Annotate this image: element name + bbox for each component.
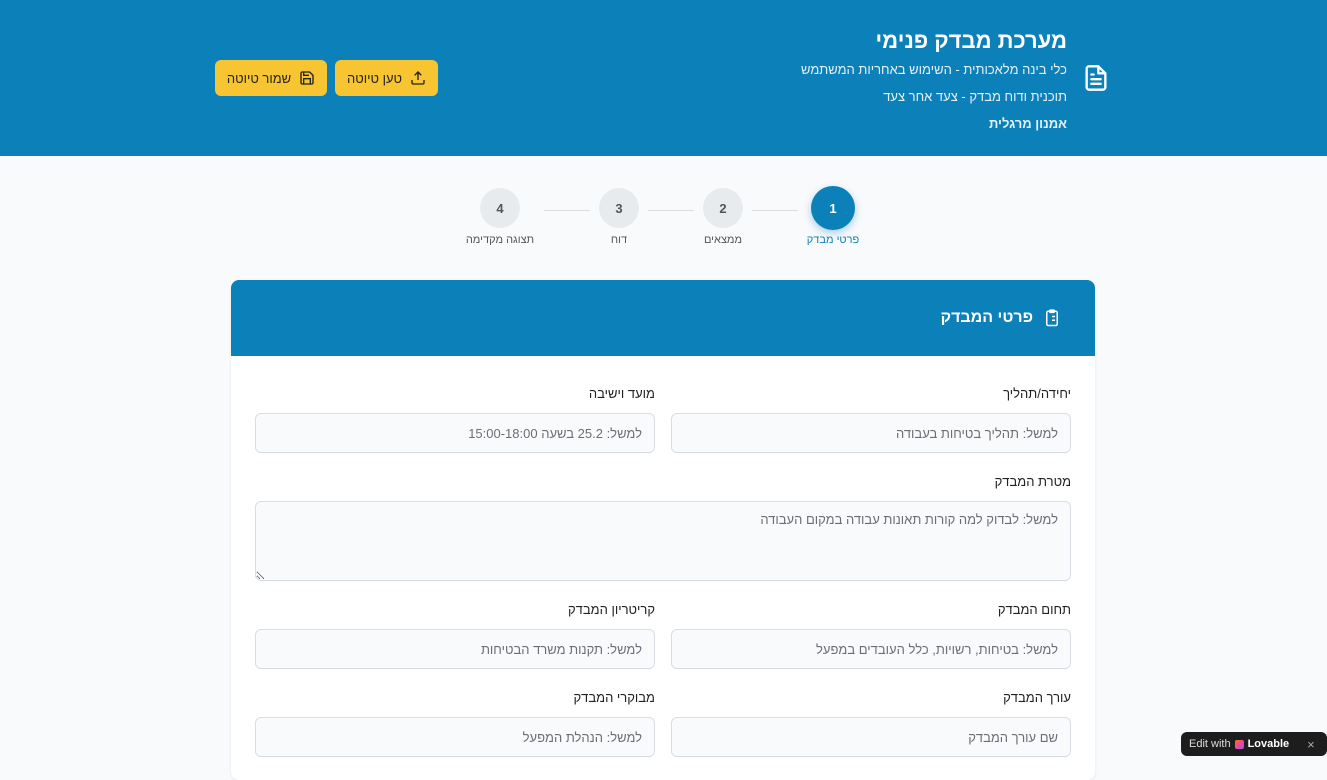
close-icon[interactable]: × — [1307, 737, 1315, 752]
step-label: דוח — [610, 234, 628, 246]
author-name: אמנון מרגלית — [988, 116, 1067, 131]
step-number: 3 — [599, 188, 639, 228]
scope-input[interactable] — [671, 629, 1071, 669]
step-number: 1 — [811, 186, 855, 230]
auditor-field: עורך המבדק — [671, 690, 1071, 757]
auditees-input[interactable] — [255, 717, 655, 757]
auditor-label: עורך המבדק — [1003, 690, 1071, 705]
unit-input[interactable] — [671, 413, 1071, 453]
card-header: פרטי המבדק — [231, 280, 1095, 356]
app-subtitle: כלי בינה מלאכותית - השימוש באחריות המשתמ… — [800, 62, 1067, 77]
clipboard-list-icon — [1046, 309, 1058, 327]
criteria-label: קריטריון המבדק — [568, 602, 655, 617]
step-4[interactable]: 4 תצוגה מקדימה — [460, 188, 540, 246]
criteria-input[interactable] — [255, 629, 655, 669]
edit-with-lovable-badge[interactable]: Edit with Lovable × — [1181, 732, 1327, 756]
save-icon — [300, 71, 314, 85]
auditees-field: מבוקרי המבדק — [255, 690, 655, 757]
document-icon — [1085, 65, 1107, 91]
auditor-input[interactable] — [671, 717, 1071, 757]
step-label: תצוגה מקדימה — [465, 234, 535, 246]
step-number: 2 — [703, 188, 743, 228]
scope-field: תחום המבדק — [671, 602, 1071, 669]
audit-details-card: פרטי המבדק יחידה/תהליך מועד וישיבה מטרת … — [231, 280, 1095, 780]
save-draft-button[interactable]: שמור טיוטה — [215, 60, 327, 96]
upload-icon — [411, 71, 425, 85]
unit-label: יחידה/תהליך — [1003, 386, 1071, 401]
app-title: מערכת מבדק פנימי — [875, 28, 1067, 53]
step-3[interactable]: 3 דוח — [579, 188, 659, 246]
step-number: 4 — [480, 188, 520, 228]
goal-field: מטרת המבדק — [255, 474, 1071, 586]
load-draft-button[interactable]: טען טיוטה — [335, 60, 438, 96]
badge-text: Edit with — [1189, 738, 1231, 750]
badge-brand: Lovable — [1247, 738, 1290, 750]
step-label: ממצאים — [703, 234, 743, 246]
goal-label: מטרת המבדק — [994, 474, 1071, 489]
goal-textarea[interactable] — [255, 501, 1071, 581]
app-description: תוכנית ודוח מבדק - צעד אחר צעד — [883, 89, 1067, 104]
step-1[interactable]: 1 פרטי מבדק — [793, 186, 873, 246]
date-label: מועד וישיבה — [588, 386, 655, 401]
save-draft-label: שמור טיוטה — [226, 70, 292, 86]
auditees-label: מבוקרי המבדק — [573, 690, 655, 705]
step-2[interactable]: 2 ממצאים — [683, 188, 763, 246]
app-header: מערכת מבדק פנימי כלי בינה מלאכותית - השי… — [0, 0, 1327, 156]
criteria-field: קריטריון המבדק — [255, 602, 655, 669]
unit-field: יחידה/תהליך — [671, 386, 1071, 453]
step-label: פרטי מבדק — [806, 234, 860, 246]
date-input[interactable] — [255, 413, 655, 453]
card-title: פרטי המבדק — [940, 309, 1033, 326]
date-field: מועד וישיבה — [255, 386, 655, 453]
load-draft-label: טען טיוטה — [347, 70, 403, 86]
scope-label: תחום המבדק — [997, 602, 1071, 617]
lovable-logo-icon — [1234, 739, 1244, 749]
